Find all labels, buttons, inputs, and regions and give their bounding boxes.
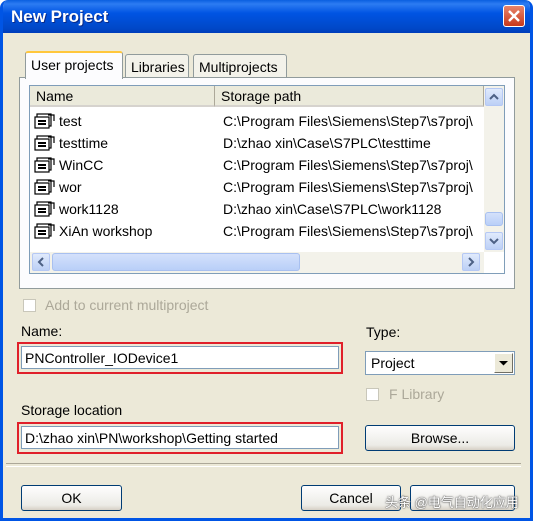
table-row[interactable]: WinCC C:\Program Files\Siemens\Step7\s7pr… bbox=[30, 155, 484, 176]
add-to-multiproject-label: Add to current multiproject bbox=[45, 297, 209, 313]
table-row[interactable]: testtime D:\zhao xin\Case\S7PLC\testtime bbox=[30, 133, 484, 154]
close-button[interactable] bbox=[503, 5, 525, 27]
f-library-checkbox[interactable] bbox=[366, 388, 379, 401]
table-row[interactable]: test C:\Program Files\Siemens\Step7\s7pro… bbox=[30, 111, 484, 132]
add-to-multiproject-checkbox[interactable] bbox=[23, 299, 36, 312]
tab-user-projects[interactable]: User projects bbox=[25, 51, 123, 79]
name-highlight-box bbox=[17, 342, 343, 374]
window-title: New Project bbox=[11, 7, 109, 26]
project-name: wor bbox=[59, 179, 82, 195]
project-storage-path: D:\zhao xin\Case\S7PLC\work1128 bbox=[223, 201, 442, 217]
storage-location-highlight-box bbox=[17, 422, 343, 454]
table-row[interactable]: wor C:\Program Files\Siemens\Step7\s7proj… bbox=[30, 177, 484, 198]
scroll-down-button[interactable] bbox=[485, 232, 503, 250]
title-bar[interactable]: New Project bbox=[3, 0, 530, 33]
column-header-storage-path[interactable]: Storage path bbox=[215, 86, 484, 107]
vertical-scroll-thumb[interactable] bbox=[485, 212, 503, 226]
chevron-right-icon bbox=[468, 257, 475, 267]
close-icon bbox=[508, 10, 520, 22]
project-name: test bbox=[59, 113, 82, 129]
project-name: XiAn workshop bbox=[59, 223, 153, 239]
dropdown-arrow-icon bbox=[499, 361, 508, 366]
tab-label: User projects bbox=[31, 57, 114, 73]
type-select-value: Project bbox=[371, 355, 415, 371]
type-select[interactable]: Project bbox=[365, 351, 515, 375]
scroll-up-button[interactable] bbox=[485, 88, 503, 106]
type-label: Type: bbox=[366, 324, 401, 340]
name-label: Name: bbox=[21, 323, 63, 339]
button-separator bbox=[6, 463, 521, 467]
project-icon bbox=[34, 112, 56, 133]
chevron-up-icon bbox=[489, 93, 499, 100]
project-icon bbox=[34, 156, 56, 177]
project-icon bbox=[34, 134, 56, 155]
scroll-left-button[interactable] bbox=[32, 253, 50, 271]
f-library-label: F Library bbox=[389, 386, 445, 402]
project-name: testtime bbox=[59, 135, 109, 151]
horizontal-scroll-thumb[interactable] bbox=[52, 253, 300, 271]
column-header-name[interactable]: Name bbox=[30, 86, 215, 107]
project-icon bbox=[34, 222, 56, 243]
project-icon bbox=[34, 178, 56, 199]
ok-button[interactable]: OK bbox=[21, 485, 122, 511]
project-name: work1128 bbox=[59, 201, 119, 217]
scroll-right-button[interactable] bbox=[462, 253, 480, 271]
chevron-left-icon bbox=[37, 257, 44, 267]
chevron-down-icon bbox=[489, 238, 499, 245]
table-row[interactable]: XiAn workshop C:\Program Files\Siemens\St… bbox=[30, 221, 484, 242]
project-storage-path: C:\Program Files\Siemens\Step7\s7proj\ bbox=[223, 179, 473, 195]
browse-button[interactable]: Browse... bbox=[365, 425, 515, 451]
project-name: WinCC bbox=[59, 157, 104, 173]
watermark-text: 头条 @电气自动化应用 bbox=[385, 495, 519, 510]
tab-label: Libraries bbox=[131, 59, 185, 75]
type-dropdown-button[interactable] bbox=[494, 353, 513, 373]
horizontal-scrollbar[interactable] bbox=[30, 252, 484, 273]
project-storage-path: C:\Program Files\Siemens\Step7\s7proj\ bbox=[223, 157, 473, 173]
project-storage-path: C:\Program Files\Siemens\Step7\s7proj\ bbox=[223, 113, 473, 129]
vertical-scrollbar[interactable] bbox=[484, 86, 504, 252]
project-icon bbox=[34, 200, 56, 221]
project-storage-path: D:\zhao xin\Case\S7PLC\testtime bbox=[223, 135, 431, 151]
project-list[interactable]: Name Storage path test C:\Program Files\S… bbox=[29, 85, 505, 274]
tab-label: Multiprojects bbox=[199, 59, 278, 75]
storage-location-label: Storage location bbox=[21, 402, 123, 418]
tab-multiprojects[interactable]: Multiprojects bbox=[193, 54, 287, 78]
table-row[interactable]: work1128 D:\zhao xin\Case\S7PLC\work1128 bbox=[30, 199, 484, 220]
project-storage-path: C:\Program Files\Siemens\Step7\s7proj\ bbox=[223, 223, 473, 239]
tab-libraries[interactable]: Libraries bbox=[125, 54, 189, 78]
